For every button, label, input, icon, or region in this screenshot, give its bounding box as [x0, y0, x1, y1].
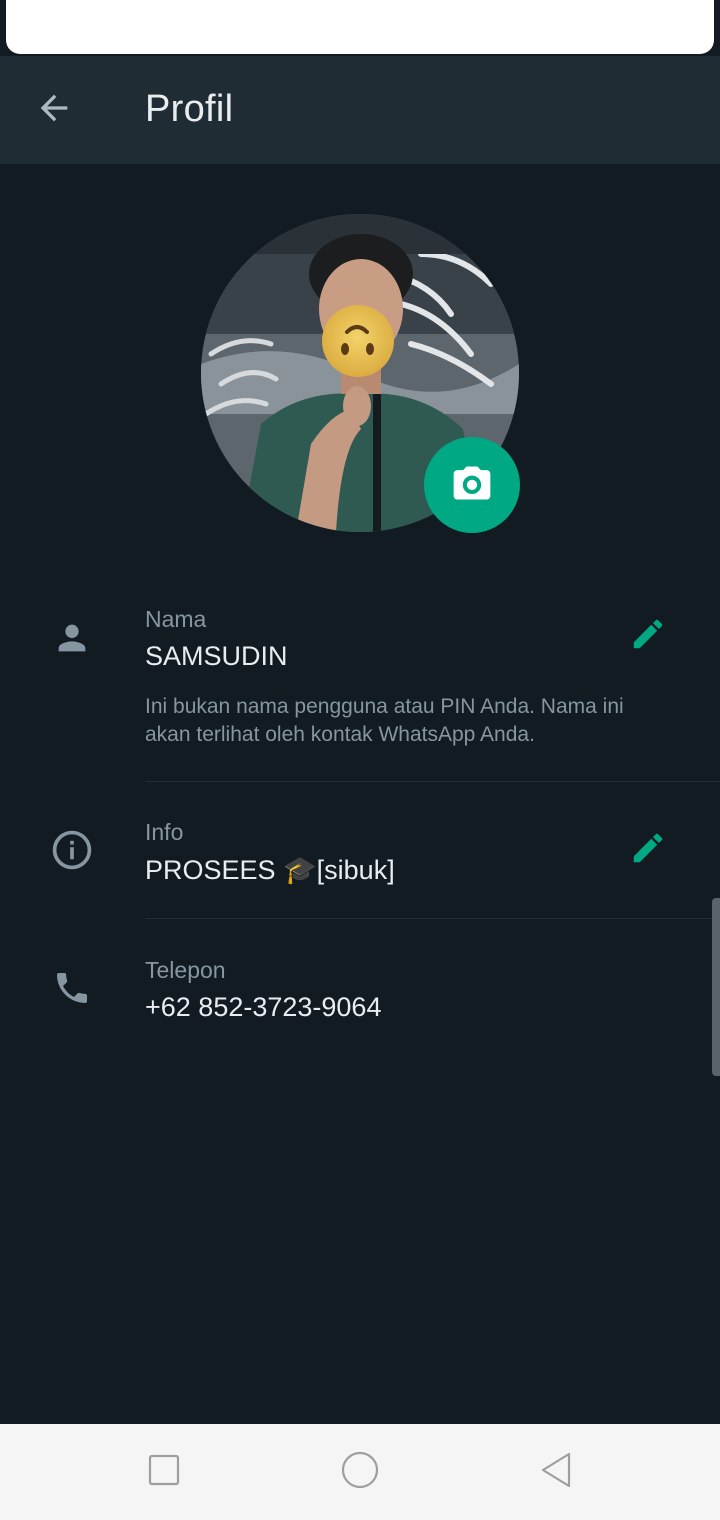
name-hint: Ini bukan nama pengguna atau PIN Anda. N…: [145, 695, 624, 746]
back-nav-button[interactable]: [530, 1446, 582, 1498]
edit-info-button[interactable]: [622, 824, 674, 876]
phone-icon: [44, 960, 100, 1016]
person-icon: [44, 610, 100, 666]
info-value[interactable]: PROSEES 🎓[sibuk]: [145, 854, 395, 886]
info-icon: [44, 822, 100, 878]
phone-value[interactable]: +62 852-3723-9064: [145, 992, 381, 1023]
circle-icon: [340, 1450, 380, 1495]
divider: [145, 918, 720, 919]
profile-screen: Profil Nama SAMSUDIN Ini bukan nama peng…: [0, 0, 720, 1520]
system-nav-bar: [0, 1424, 720, 1520]
recents-button[interactable]: [138, 1446, 190, 1498]
pencil-icon: [629, 829, 667, 872]
pencil-icon: [629, 615, 667, 658]
page-title: Profil: [145, 88, 234, 130]
info-label: Info: [145, 819, 184, 845]
camera-icon: [450, 461, 494, 510]
change-photo-button[interactable]: [424, 437, 520, 533]
status-card: [6, 0, 714, 54]
triangle-back-icon: [538, 1451, 574, 1494]
phone-label: Telepon: [145, 957, 226, 983]
name-value[interactable]: SAMSUDIN: [145, 641, 288, 672]
divider: [145, 781, 720, 782]
back-button[interactable]: [22, 78, 86, 142]
arrow-left-icon: [34, 88, 74, 133]
app-bar: Profil: [0, 56, 720, 164]
square-icon: [147, 1453, 181, 1492]
scrollbar[interactable]: [712, 898, 720, 1076]
home-button[interactable]: [334, 1446, 386, 1498]
name-label: Nama: [145, 606, 207, 632]
edit-name-button[interactable]: [622, 610, 674, 662]
